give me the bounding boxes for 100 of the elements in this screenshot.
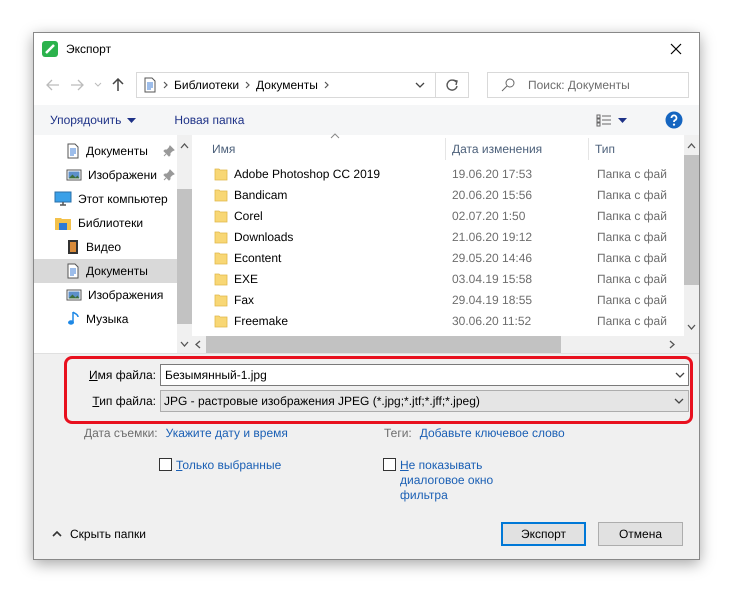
chevron-down-icon [675,372,685,378]
address-bar[interactable]: Библиотеки Документы [136,72,469,98]
folder-icon [214,166,228,180]
back-arrow-icon [46,79,60,91]
chevron-right-icon [245,81,250,89]
folder-icon [214,250,228,264]
document-icon [66,263,80,279]
folder-icon [214,230,228,244]
caret-up-icon [52,531,62,537]
app-icon [42,41,58,57]
field-label: Имя файла: [88,368,156,382]
meta-link[interactable]: Добавьте ключевое слово [420,426,565,440]
scroll-down-icon [687,324,696,330]
search-field[interactable]: Поиск: Документы [487,72,689,98]
table-cell-text: Папка с фай [596,230,668,244]
folder-icon [214,292,228,306]
table-cell-text: 03.04.19 15:58 [451,272,534,286]
table-cell-text: Папка с фай [596,292,668,306]
field-label: Тип файла: [91,394,156,408]
file-name[interactable]: Bandicam [234,188,288,202]
file-name[interactable]: Corel [234,208,263,222]
help-icon [665,111,683,129]
checkbox-label[interactable]: Только выбранные [176,458,316,473]
document-icon [143,77,157,93]
cancel-button[interactable]: Отмена [598,522,683,546]
up-arrow-icon [112,78,124,92]
file-name[interactable]: Econtent [234,250,282,264]
breadcrumb[interactable]: Библиотеки [174,78,240,92]
window-title: Экспорт [66,42,112,56]
scroll-right-icon [669,340,675,349]
chevron-right-icon [163,81,168,89]
breadcrumb[interactable]: Документы [256,78,318,92]
checkbox[interactable] [159,458,172,471]
meta-label: Теги: [384,426,412,440]
scroll-up-icon [687,143,696,149]
scroll-down-icon [180,341,189,347]
file-name[interactable]: Adobe Photoshop CC 2019 [234,166,380,180]
nav-item[interactable]: Документы [34,259,177,283]
image-icon [66,168,82,182]
table-cell-text: Папка с фай [596,188,668,202]
nav-item[interactable]: Этот компьютер [34,187,177,211]
nav-item[interactable]: Изображения [34,283,177,307]
folder-icon [214,208,228,222]
search-icon [501,78,515,92]
caret-icon [618,118,627,122]
column-header[interactable]: Тип [589,138,679,160]
music-icon [66,311,80,327]
nav-item[interactable]: Документы [34,139,177,163]
table-cell-text: Папка с фай [596,272,668,286]
chevron-down-icon [674,398,684,404]
scrollbar[interactable] [176,135,192,353]
video-icon [66,239,80,255]
table-cell-text: 19.06.20 17:53 [451,166,534,180]
folder-icon [214,314,228,328]
scrollbar[interactable] [684,135,699,336]
table-cell-text: Папка с фай [596,250,668,264]
caret-icon [127,118,136,122]
table-cell-text: 02.07.20 1:50 [451,208,526,222]
computer-icon [54,191,72,207]
organize-button[interactable]: Упорядочить [44,111,142,129]
up-button[interactable] [110,76,126,94]
file-name[interactable]: Downloads [234,230,294,244]
hide-folders-button[interactable]: Скрыть папки [46,526,152,542]
file-type-dropdown[interactable]: JPG - растровые изображения JPEG (*.jpg;*.jtf;*.jff;*.jpeg) [160,390,689,412]
column-header[interactable]: Дата изменения [446,138,589,160]
pin-icon [162,169,175,181]
checkbox-label[interactable]: Не показывать диалоговое окно фильтра [400,458,520,503]
forward-arrow-icon [70,79,84,91]
file-name[interactable]: Fax [234,292,254,306]
table-cell-text: 21.06.20 19:12 [451,230,534,244]
library-icon [54,215,72,231]
file-name-field[interactable]: Безымянный-1.jpg [160,364,689,386]
document-icon [66,143,80,159]
meta-link[interactable]: Укажите дату и время [166,426,288,440]
back-button[interactable] [44,77,62,93]
nav-item[interactable]: Музыка [34,307,177,331]
table-cell-text: Папка с фай [596,208,668,222]
chevron-right-icon [324,81,329,89]
sort-caret-icon [330,133,340,139]
scrollbar[interactable] [190,336,699,353]
column-header[interactable]: Имя [190,138,446,160]
table-cell-text: Папка с фай [596,166,668,180]
close-icon [670,43,682,55]
forward-button[interactable] [68,77,86,93]
folder-icon [214,272,228,286]
folder-icon [214,188,228,202]
nav-item[interactable]: Видео [34,235,177,259]
file-name[interactable]: Freemake [234,314,288,328]
nav-item[interactable]: Изображени [34,163,177,187]
table-cell-text: 29.05.20 14:46 [451,250,534,264]
caret-icon [94,82,102,88]
checkbox[interactable] [383,458,396,471]
meta-label: Дата съемки: [84,426,158,440]
new-folder-button[interactable]: Новая папка [168,111,250,129]
export-button[interactable]: Экспорт [501,522,586,546]
scroll-up-icon [180,143,189,149]
table-cell-text: Папка с фай [596,314,668,328]
nav-item[interactable]: Библиотеки [34,211,177,235]
table-cell-text: 20.06.20 15:56 [451,188,534,202]
file-name[interactable]: EXE [234,272,258,286]
